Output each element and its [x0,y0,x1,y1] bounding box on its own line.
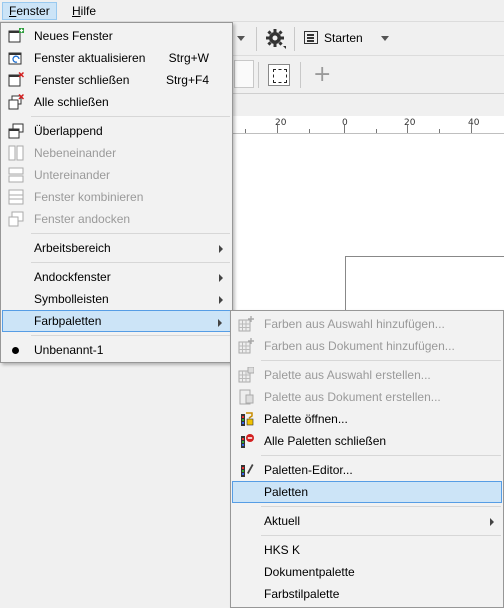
tile-horizontal-icon [8,167,24,183]
tile-vertical-icon [8,145,24,161]
ruler-tick [471,125,472,133]
page-border [345,256,504,257]
dropdown-caret-icon[interactable] [237,36,245,41]
fenster-menu: Neues Fenster Fenster aktualisieren Strg… [0,22,233,363]
toolbar-separator [258,62,259,88]
combine-icon [8,189,24,205]
crop-frame-icon[interactable] [268,64,290,86]
menu-item-hks-k[interactable]: HKS K [232,539,502,561]
submenu-arrow-icon [219,296,223,304]
ruler-tick [439,129,440,133]
menu-item-dokumentpalette[interactable]: Dokumentpalette [232,561,502,583]
submenu-arrow-icon [219,274,223,282]
menu-separator [31,233,230,234]
menu-item-palette-oeffnen[interactable]: Palette öffnen... [232,408,502,430]
horizontal-ruler: 20 0 20 40 [233,116,504,134]
ruler-tick [277,125,278,133]
menu-separator [261,506,501,507]
toolbar-separator [256,27,257,51]
menu-item-arbeitsbereich[interactable]: Arbeitsbereich [2,237,231,259]
menu-separator [31,262,230,263]
close-palettes-icon [241,434,254,448]
menu-item-ueberlappend[interactable]: Überlappend [2,120,231,142]
submenu-arrow-icon [218,319,222,327]
menu-hilfe[interactable]: Hilfe [66,2,102,20]
palette-editor-icon [241,464,254,477]
create-from-document-icon [239,389,254,405]
menu-item-farbstilpalette[interactable]: Farbstilpalette [232,583,502,605]
ruler-tick [376,129,377,133]
menu-item-untereinander[interactable]: Untereinander [2,164,231,186]
menu-bar: Fenster Hilfe [0,0,504,22]
menu-item-unbenannt-1[interactable]: Unbenannt-1 [2,339,231,361]
menu-item-palette-aus-dokument[interactable]: Palette aus Dokument erstellen... [232,386,502,408]
menu-item-farben-aus-dokument[interactable]: Farben aus Dokument hinzufügen... [232,335,502,357]
toolbar-separator [294,27,295,51]
bullet-icon [12,347,19,354]
document-icon [304,31,318,44]
menu-item-fenster-kombinieren[interactable]: Fenster kombinieren [2,186,231,208]
ruler-label: 20 [404,118,416,128]
close-all-icon [8,94,24,110]
farbpaletten-submenu: Farben aus Auswahl hinzufügen... Farben … [230,310,504,608]
add-from-document-icon [238,338,254,354]
ruler-label: 40 [468,118,480,128]
menu-item-neues-fenster[interactable]: Neues Fenster [2,25,231,47]
menu-item-alle-paletten-schliessen[interactable]: Alle Paletten schließen [232,430,502,452]
menu-item-fenster-schliessen[interactable]: Fenster schließen Strg+F4 [2,69,231,91]
starten-dropdown[interactable]: Starten [300,27,363,49]
create-from-selection-icon [238,367,254,383]
close-window-icon [8,72,24,87]
gear-icon[interactable] [265,28,287,50]
cascade-icon [8,123,24,139]
menu-fenster[interactable]: Fenster [2,2,57,20]
menu-item-paletten-editor[interactable]: Paletten-Editor... [232,459,502,481]
menu-item-paletten[interactable]: Paletten [232,481,502,503]
ruler-tick [407,125,408,133]
submenu-arrow-icon [490,518,494,526]
menu-item-farbpaletten[interactable]: Farbpaletten [2,310,231,332]
menu-item-fenster-andocken[interactable]: Fenster andocken [2,208,231,230]
menu-item-alle-schliessen[interactable]: Alle schließen [2,91,231,113]
chevron-down-icon[interactable] [381,36,389,41]
menu-item-andockfenster[interactable]: Andockfenster [2,266,231,288]
page-border [345,256,346,316]
refresh-window-icon [8,52,22,65]
menu-item-nebeneinander[interactable]: Nebeneinander [2,142,231,164]
menu-item-farben-aus-auswahl[interactable]: Farben aus Auswahl hinzufügen... [232,313,502,335]
open-palette-icon [241,412,254,426]
new-window-icon [8,28,24,43]
menu-item-symbolleisten[interactable]: Symbolleisten [2,288,231,310]
ruler-tick [344,125,345,133]
menu-separator [261,360,501,361]
submenu-arrow-icon [219,245,223,253]
menu-item-aktuell[interactable]: Aktuell [232,510,502,532]
ruler-tick [245,129,246,133]
menu-item-palette-aus-auswahl[interactable]: Palette aus Auswahl erstellen... [232,364,502,386]
menu-separator [31,335,230,336]
menu-item-fenster-aktualisieren[interactable]: Fenster aktualisieren Strg+W [2,47,231,69]
add-from-selection-icon [238,316,254,332]
ruler-tick [309,129,310,133]
toolbar-separator [300,62,301,88]
dock-icon [8,211,24,227]
menu-separator [31,116,230,117]
menu-separator [261,535,501,536]
menu-separator [261,455,501,456]
spin-control[interactable] [234,60,254,88]
add-icon[interactable]: + [313,62,331,87]
